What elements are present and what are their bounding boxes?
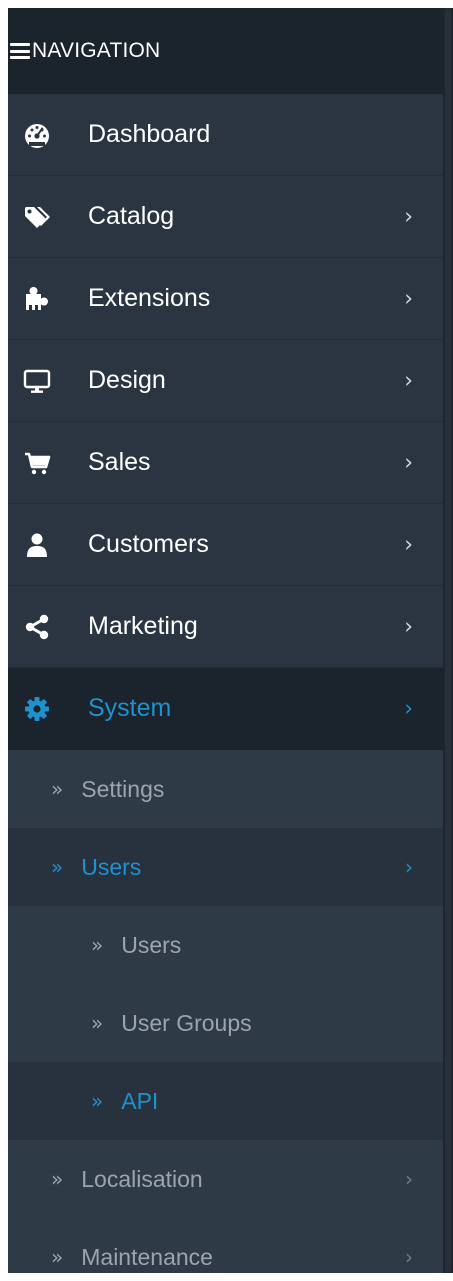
shopping-cart-icon: [22, 448, 52, 478]
submenu-item-localisation[interactable]: » Localisation ›: [8, 1140, 443, 1218]
cog-icon: [22, 694, 52, 724]
double-chevron-icon: »: [51, 1167, 64, 1191]
sidebar: NAVIGATION Dashboard Catalog › Extension…: [8, 8, 443, 1273]
menu-label-system: System: [88, 694, 172, 722]
submenu-item-api[interactable]: » API: [8, 1062, 443, 1140]
scrollbar-thumb[interactable]: [445, 8, 451, 1273]
chevron-right-icon: ›: [405, 855, 413, 879]
menu-item-extensions[interactable]: Extensions ›: [8, 258, 443, 340]
chevron-right-icon: ›: [405, 1245, 413, 1269]
menu-label-catalog: Catalog: [88, 202, 175, 230]
submenu-item-settings[interactable]: » Settings: [8, 750, 443, 828]
submenu-item-user-groups[interactable]: » User Groups: [8, 984, 443, 1062]
tags-icon: [22, 202, 52, 232]
submenu-item-users[interactable]: » Users ›: [8, 828, 443, 906]
menu-item-design[interactable]: Design ›: [8, 340, 443, 422]
submenu-label-api: API: [121, 1087, 159, 1114]
menu-item-system[interactable]: System ›: [8, 668, 443, 750]
share-icon: [22, 612, 52, 642]
puzzle-icon: [22, 284, 52, 314]
menu-label-dashboard: Dashboard: [88, 120, 211, 148]
submenu-item-maintenance[interactable]: » Maintenance ›: [8, 1218, 443, 1273]
double-chevron-icon: »: [91, 1011, 104, 1035]
submenu-label-users-users: Users: [121, 931, 182, 958]
chevron-right-icon: ›: [404, 532, 413, 557]
submenu-item-users-users[interactable]: » Users: [8, 906, 443, 984]
chevron-right-icon: ›: [404, 204, 413, 229]
menu-label-customers: Customers: [88, 530, 209, 558]
submenu-label-user-groups: User Groups: [121, 1009, 252, 1036]
menu-item-dashboard[interactable]: Dashboard: [8, 94, 443, 176]
chevron-right-icon: ›: [404, 614, 413, 639]
monitor-icon: [22, 366, 52, 396]
submenu-label-settings: Settings: [81, 775, 165, 802]
menu-item-customers[interactable]: Customers ›: [8, 504, 443, 586]
chevron-right-icon: ›: [405, 1167, 413, 1191]
submenu-label-users: Users: [81, 853, 142, 880]
double-chevron-icon: »: [51, 777, 64, 801]
double-chevron-icon: »: [91, 933, 104, 957]
chevron-right-icon: ›: [404, 450, 413, 475]
double-chevron-icon: »: [51, 1245, 64, 1269]
menu-item-catalog[interactable]: Catalog ›: [8, 176, 443, 258]
menu-icon: [10, 43, 30, 59]
submenu-label-localisation: Localisation: [81, 1165, 203, 1192]
menu-item-marketing[interactable]: Marketing ›: [8, 586, 443, 668]
chevron-right-icon: ›: [404, 696, 413, 721]
menu-label-design: Design: [88, 366, 166, 394]
double-chevron-icon: »: [51, 855, 64, 879]
chevron-right-icon: ›: [404, 368, 413, 393]
navigation-header[interactable]: NAVIGATION: [8, 8, 443, 94]
user-icon: [22, 530, 52, 560]
menu-label-extensions: Extensions: [88, 284, 211, 312]
menu-label-sales: Sales: [88, 448, 151, 476]
double-chevron-icon: »: [91, 1089, 104, 1113]
chevron-right-icon: ›: [404, 286, 413, 311]
scrollbar[interactable]: [443, 8, 453, 1273]
menu-label-marketing: Marketing: [88, 612, 198, 640]
navigation-title: NAVIGATION: [32, 39, 161, 62]
submenu-label-maintenance: Maintenance: [81, 1243, 213, 1270]
dashboard-gauge-icon: [22, 120, 52, 150]
menu-item-sales[interactable]: Sales ›: [8, 422, 443, 504]
